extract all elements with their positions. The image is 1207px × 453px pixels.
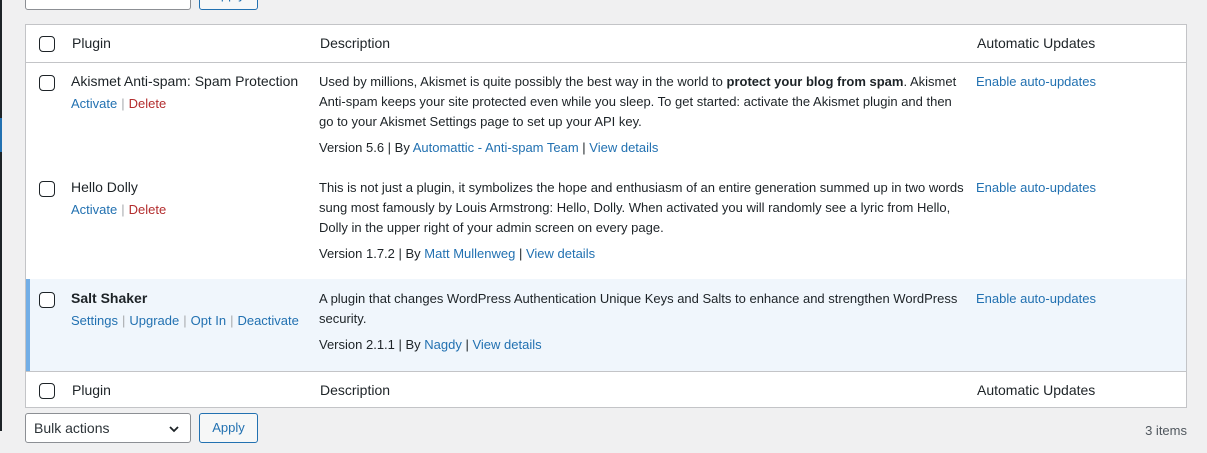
plugin-checkbox[interactable] (39, 292, 55, 308)
author-link[interactable]: Nagdy (424, 337, 462, 352)
view-details-link[interactable]: View details (526, 246, 595, 261)
column-plugin: Plugin (72, 35, 111, 51)
plugin-description: A plugin that changes WordPress Authenti… (319, 291, 958, 326)
plugin-description: Used by millions, Akismet is quite possi… (319, 74, 957, 129)
activate-link[interactable]: Activate (71, 96, 117, 111)
upgrade-link[interactable]: Upgrade (129, 313, 179, 328)
sidebar-current-indicator (0, 118, 2, 152)
plugin-version: Version 1.7.2 (319, 246, 395, 261)
select-all-checkbox-footer[interactable] (39, 383, 55, 399)
plugin-name: Salt Shaker (71, 290, 148, 306)
delete-link[interactable]: Delete (129, 96, 167, 111)
author-link[interactable]: Automattic - Anti-spam Team (413, 140, 579, 155)
plugin-checkbox[interactable] (39, 181, 55, 197)
plugin-name: Hello Dolly (71, 179, 138, 195)
author-link[interactable]: Matt Mullenweg (424, 246, 515, 261)
view-details-link[interactable]: View details (589, 140, 658, 155)
column-auto-updates-footer: Automatic Updates (977, 382, 1096, 398)
activate-link[interactable]: Activate (71, 202, 117, 217)
bulk-actions-select-top[interactable]: Bulk actions (25, 0, 191, 10)
items-count-top: 3 items (1145, 0, 1187, 4)
plugin-meta: Version 5.6 | By Automattic - Anti-spam … (319, 140, 659, 155)
bulk-actions-select-label: Bulk actions (34, 420, 110, 436)
column-auto-updates: Automatic Updates (977, 35, 1096, 51)
table-footer: Plugin Description Automatic Updates (26, 371, 1186, 409)
tablenav-top: Bulk actions Apply 3 items (25, 0, 1187, 20)
plugin-meta: Version 1.7.2 | By Matt Mullenweg | View… (319, 246, 596, 261)
apply-button-top[interactable]: Apply (199, 0, 258, 10)
deactivate-link[interactable]: Deactivate (237, 313, 298, 328)
admin-sidebar-edge (0, 0, 2, 431)
plugin-checkbox[interactable] (39, 75, 55, 91)
plugin-name: Akismet Anti-spam: Spam Protection (71, 73, 299, 89)
delete-link[interactable]: Delete (129, 202, 167, 217)
row-actions: Activate | Delete (71, 96, 167, 111)
bulk-actions-select-label: Bulk actions (34, 0, 109, 3)
plugin-description: This is not just a plugin, it symbolizes… (319, 180, 964, 235)
row-actions: Settings | Upgrade | Opt In | Deactivate (71, 313, 299, 328)
plugin-row-salt-shaker: Salt Shaker Settings | Upgrade | Opt In | Deac… (26, 279, 1186, 371)
column-description: Description (320, 35, 391, 51)
enable-auto-updates-link[interactable]: Enable auto-updates (976, 74, 1096, 89)
table-header: Plugin Description Automatic Updates (26, 25, 1186, 63)
plugin-row-akismet: Akismet Anti-spam: Spam Protection Activ… (26, 63, 1186, 169)
chevron-down-icon (169, 426, 179, 433)
plugins-table: Plugin Description Automatic Updates Aki… (25, 24, 1187, 408)
column-description-footer: Description (320, 382, 391, 398)
settings-link[interactable]: Settings (71, 313, 118, 328)
opt-in-link[interactable]: Opt In (191, 313, 226, 328)
tablenav-bottom: Bulk actions Apply 3 items (25, 413, 1187, 453)
enable-auto-updates-link[interactable]: Enable auto-updates (976, 180, 1096, 195)
chevron-down-icon (168, 0, 180, 2)
view-details-link[interactable]: View details (472, 337, 541, 352)
column-plugin-footer: Plugin (72, 382, 111, 398)
select-all-checkbox[interactable] (39, 36, 55, 52)
row-actions: Activate | Delete (71, 202, 167, 217)
enable-auto-updates-link[interactable]: Enable auto-updates (976, 291, 1096, 306)
items-count-bottom: 3 items (1145, 423, 1187, 438)
plugin-row-hello-dolly: Hello Dolly Activate | Delete This is not … (26, 169, 1186, 279)
bulk-actions-select-bottom[interactable]: Bulk actions (25, 413, 191, 443)
plugin-version: Version 2.1.1 (319, 337, 395, 352)
plugin-meta: Version 2.1.1 | By Nagdy | View details (319, 337, 542, 352)
apply-button-bottom[interactable]: Apply (199, 413, 258, 443)
plugin-version: Version 5.6 (319, 140, 385, 155)
